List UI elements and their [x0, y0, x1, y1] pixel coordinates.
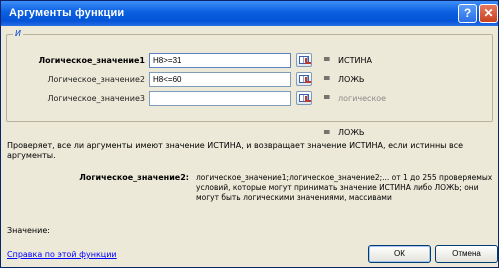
selected-arg-description: логическое_значение1;логическое_значение… — [196, 173, 493, 202]
arg3-result: логическое — [338, 94, 387, 103]
arg2-equals: = — [323, 74, 331, 84]
function-name-legend: И — [13, 29, 23, 38]
arg2-label: Логическое_значение2 — [47, 75, 145, 84]
close-icon[interactable]: ✕ — [479, 4, 498, 23]
dialog-title: Аргументы функции — [9, 7, 125, 19]
help-link[interactable]: Справка по этой функции — [7, 250, 117, 259]
value-label: Значение: — [7, 226, 50, 235]
arg1-input[interactable]: H8>=31 — [149, 53, 291, 68]
arg1-result: ИСТИНА — [338, 56, 372, 65]
arg2-collapse-icon[interactable] — [296, 72, 312, 86]
total-result: ЛОЖЬ — [338, 128, 365, 137]
arg3-collapse-icon[interactable] — [296, 91, 312, 105]
arg1-label: Логическое_значение1 — [38, 56, 145, 65]
function-arguments-dialog: Аргументы функции ? ✕ И Логическое_значе… — [0, 0, 499, 268]
selected-arg-name: Логическое_значение2: — [79, 173, 189, 182]
cancel-button[interactable]: Отмена — [435, 245, 498, 263]
arg2-input[interactable]: H8<=60 — [149, 72, 291, 87]
arg3-label: Логическое_значение3 — [47, 94, 145, 103]
function-description: Проверяет, все ли аргументы имеют значен… — [7, 141, 464, 160]
ok-button[interactable]: ОК — [368, 245, 431, 263]
arg2-result: ЛОЖЬ — [338, 75, 365, 84]
arg3-input[interactable] — [149, 91, 291, 106]
help-icon[interactable]: ? — [458, 4, 477, 23]
arg1-collapse-icon[interactable] — [296, 53, 312, 67]
title-bar[interactable]: Аргументы функции ? ✕ — [1, 1, 498, 26]
arg1-equals: = — [323, 55, 331, 65]
arg3-equals: = — [323, 93, 331, 103]
total-equals: = — [323, 128, 331, 138]
